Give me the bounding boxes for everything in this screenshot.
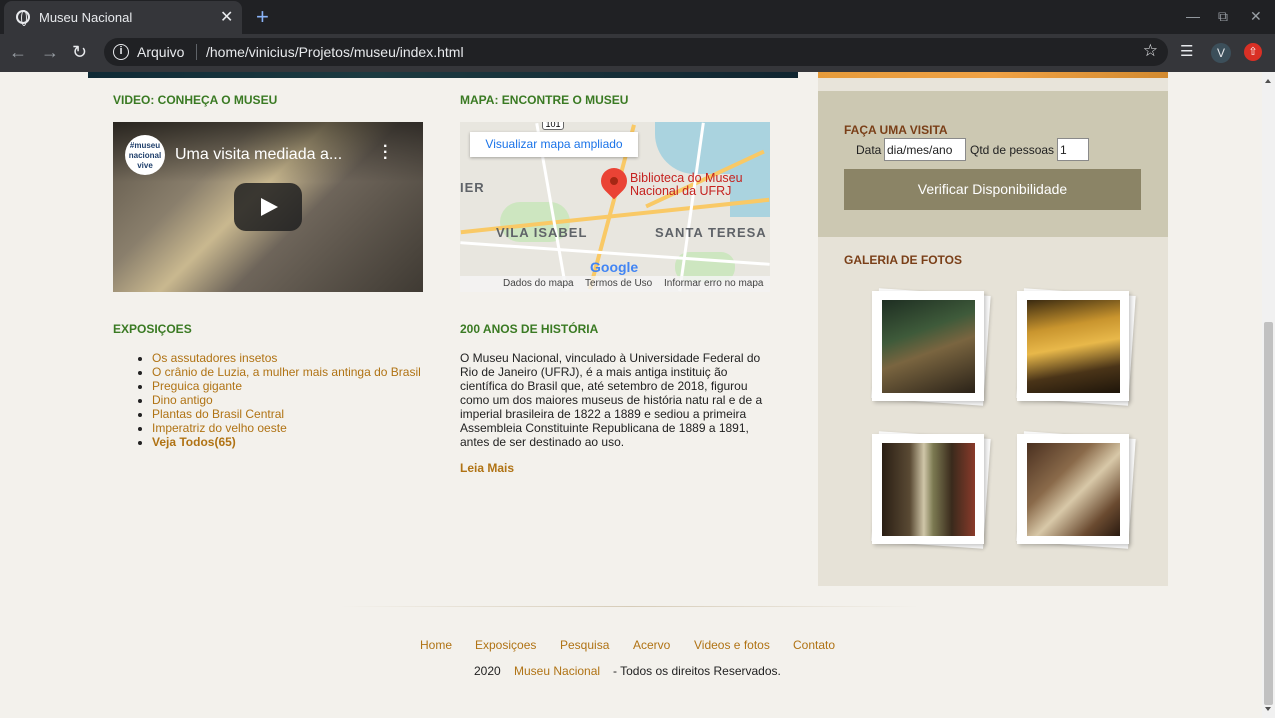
page-viewport: VIDEO: CONHEÇA O MUSEU #museu nacional v… (0, 72, 1262, 718)
address-url[interactable]: /home/vinicius/Projetos/museu/index.html (206, 44, 464, 60)
media-queue-icon[interactable]: ☰ (1180, 42, 1193, 60)
footer-link-acervo[interactable]: Acervo (633, 638, 670, 652)
map-terms-link[interactable]: Termos de Uso (585, 278, 652, 289)
map-data-link[interactable]: Dados do mapa (503, 278, 574, 289)
copyright-text: - Todos os direitos Reservados. (613, 664, 781, 678)
video-title[interactable]: Uma visita mediada a... (175, 146, 342, 164)
gallery-photo[interactable] (1017, 291, 1129, 401)
tab-close-icon[interactable]: ✕ (220, 7, 233, 27)
exhibitions-title: EXPOSIÇOES (113, 322, 192, 336)
photo-gallery-room (1027, 300, 1120, 393)
scroll-down-icon[interactable] (1265, 707, 1271, 711)
people-label: Qtd de pessoas (970, 143, 1055, 157)
update-icon[interactable]: ⇧ (1244, 43, 1262, 61)
gallery-photo[interactable] (1017, 434, 1129, 544)
photo-exhibit-hall (882, 300, 975, 393)
back-icon[interactable]: ← (9, 42, 27, 63)
map-label-vila-isabel: VILA ISABEL (496, 225, 588, 240)
info-icon[interactable]: i (113, 44, 129, 60)
footer-divider (340, 606, 920, 607)
address-scheme-label: Arquivo (137, 44, 185, 60)
history-title: 200 ANOS DE HISTÓRIA (460, 322, 599, 336)
restore-icon[interactable]: ⧉ (1218, 8, 1228, 25)
scroll-thumb[interactable] (1264, 322, 1273, 705)
map-label-ier: IER (460, 180, 485, 195)
exhibition-link[interactable]: Preguica gigante (152, 379, 242, 393)
route-shield: 101 (542, 122, 564, 130)
browser-tab[interactable]: Museu Nacional ✕ (4, 1, 242, 34)
read-more-link[interactable]: Leia Mais (460, 461, 514, 475)
footer-link-videos[interactable]: Videos e fotos (694, 638, 770, 652)
photo-poster-room (1027, 443, 1120, 536)
window-close-icon[interactable]: ✕ (1250, 8, 1262, 25)
profile-avatar[interactable]: V (1211, 43, 1231, 63)
new-tab-button[interactable]: + (256, 4, 269, 30)
gallery-photo[interactable] (872, 434, 984, 544)
footer-link-exposicoes[interactable]: Exposiçoes (475, 638, 536, 652)
map-place-line1: Biblioteca do Museu (630, 171, 743, 185)
expand-map-link[interactable]: Visualizar mapa ampliado (470, 132, 638, 157)
play-icon[interactable] (234, 183, 302, 231)
see-all-link[interactable]: Veja Todos(65) (152, 435, 236, 449)
map-footer: Dados do mapa Termos de Uso Informar err… (460, 276, 770, 292)
gallery-panel: GALERIA DE FOTOS (818, 237, 1168, 586)
exhibition-link[interactable]: Imperatriz do velho oeste (152, 421, 287, 435)
history-text: O Museu Nacional, vinculado à Universida… (460, 351, 763, 449)
footer-site-link[interactable]: Museu Nacional (514, 664, 600, 678)
date-field[interactable]: dia/mes/ano (884, 138, 966, 161)
exhibition-link[interactable]: Os assutadores insetos (152, 351, 277, 365)
scroll-up-icon[interactable] (1265, 79, 1271, 83)
list-item: Imperatriz do velho oeste (152, 421, 421, 435)
map-pin-icon[interactable] (595, 162, 633, 200)
globe-icon (16, 10, 30, 26)
date-label: Data (856, 143, 882, 157)
copyright-year: 2020 (474, 664, 501, 678)
map-label-santa-teresa: SANTA TERESA (655, 225, 767, 240)
exhibition-link[interactable]: Plantas do Brasil Central (152, 407, 284, 421)
page-scrollbar[interactable] (1262, 72, 1275, 718)
exhibition-link[interactable]: Dino antigo (152, 393, 213, 407)
google-logo: Google (590, 259, 639, 275)
gallery-title: GALERIA DE FOTOS (844, 253, 963, 267)
browser-titlebar: Museu Nacional ✕ + — ⧉ ✕ (0, 0, 1275, 34)
list-item: Plantas do Brasil Central (152, 407, 421, 421)
footer-link-home[interactable]: Home (420, 638, 452, 652)
embedded-map[interactable]: 101 Visualizar mapa ampliado IER VILA IS… (460, 122, 770, 292)
exhibition-link[interactable]: O crânio de Luzia, a mulher mais antinga… (152, 365, 421, 379)
forward-icon[interactable]: → (41, 42, 59, 63)
map-report-link[interactable]: Informar erro no mapa (664, 278, 764, 289)
verify-availability-button[interactable]: Verificar Disponibilidade (844, 169, 1141, 210)
footer-link-pesquisa[interactable]: Pesquisa (560, 638, 609, 652)
visit-panel: FAÇA UMA VISITA Data dia/mes/ano Qtd de … (818, 91, 1168, 237)
video-menu-icon[interactable]: · · · (383, 139, 388, 167)
visit-title: FAÇA UMA VISITA (844, 123, 948, 137)
map-section-title: MAPA: ENCONTRE O MUSEU (460, 93, 629, 107)
list-item: Os assutadores insetos (152, 351, 421, 365)
address-bar[interactable]: i Arquivo /home/vinicius/Projetos/museu/… (104, 38, 1168, 66)
video-section-title: VIDEO: CONHEÇA O MUSEU (113, 93, 278, 107)
channel-logo[interactable]: #museu nacional vive (125, 135, 165, 175)
exhibitions-list: Os assutadores insetos O crânio de Luzia… (152, 351, 421, 449)
photo-dress-display (882, 443, 975, 536)
map-place-name[interactable]: Biblioteca do Museu Nacional da UFRJ (630, 172, 743, 198)
sidebar-spacer (818, 78, 1168, 91)
reload-icon[interactable]: ↻ (72, 42, 87, 63)
gallery-photo[interactable] (872, 291, 984, 401)
people-field[interactable]: 1 (1057, 138, 1089, 161)
video-player[interactable]: #museu nacional vive Uma visita mediada … (113, 122, 423, 292)
list-item: Preguica gigante (152, 379, 421, 393)
map-place-line2: Nacional da UFRJ (630, 184, 732, 198)
minimize-icon[interactable]: — (1186, 8, 1200, 24)
star-icon[interactable]: ☆ (1143, 41, 1158, 61)
footer-link-contato[interactable]: Contato (793, 638, 835, 652)
tab-title: Museu Nacional (39, 10, 133, 25)
address-separator (196, 44, 197, 60)
list-item: Veja Todos(65) (152, 435, 421, 449)
browser-toolbar: ← → ↻ i Arquivo /home/vinicius/Projetos/… (0, 34, 1275, 72)
list-item: O crânio de Luzia, a mulher mais antinga… (152, 365, 421, 379)
list-item: Dino antigo (152, 393, 421, 407)
hero-banner (88, 72, 798, 78)
